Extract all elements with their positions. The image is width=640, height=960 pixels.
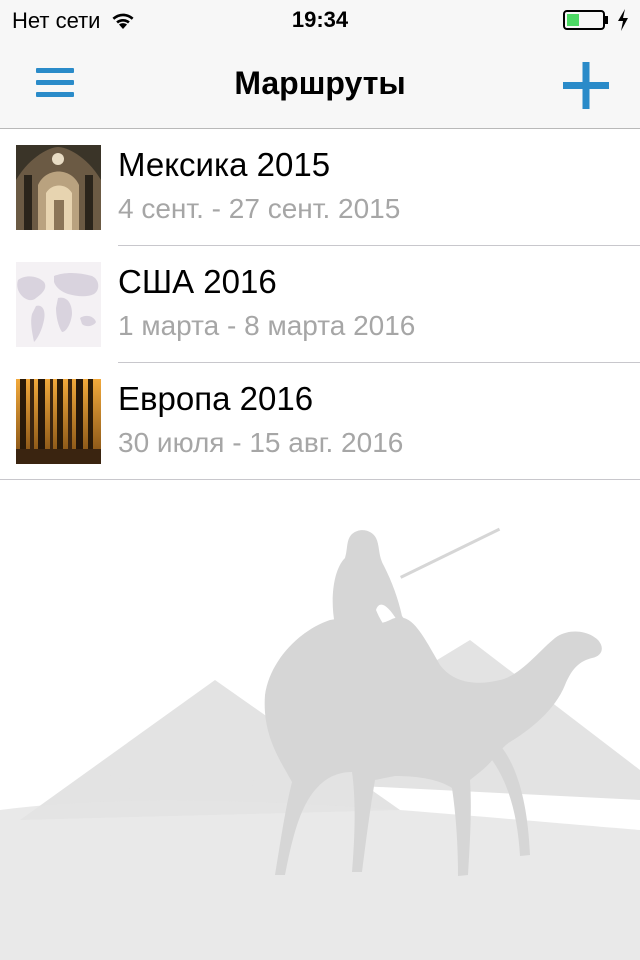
battery-icon xyxy=(563,10,608,30)
routes-screen: Нет сети 19:34 Маршруты Мексика 2015 4 с… xyxy=(0,0,640,960)
navigation-bar: Маршруты xyxy=(0,40,640,129)
route-row-europe[interactable]: Европа 2016 30 июля - 15 авг. 2016 xyxy=(0,363,640,480)
camel-pyramids-illustration xyxy=(0,527,640,960)
plus-icon[interactable] xyxy=(558,58,614,114)
page-title: Маршруты xyxy=(234,65,406,101)
route-title: США 2016 xyxy=(118,263,277,300)
route-dates: 4 сент. - 27 сент. 2015 xyxy=(118,193,401,224)
route-title: Мексика 2015 xyxy=(118,146,331,183)
status-time: 19:34 xyxy=(291,7,349,32)
route-dates: 30 июля - 15 авг. 2016 xyxy=(118,427,404,458)
routes-list: Мексика 2015 4 сент. - 27 сент. 2015 США… xyxy=(0,129,640,480)
route-row-usa[interactable]: США 2016 1 марта - 8 марта 2016 xyxy=(0,246,640,363)
route-dates: 1 марта - 8 марта 2016 xyxy=(118,310,416,341)
status-bar: Нет сети 19:34 xyxy=(0,0,640,40)
cathedral-interior-photo xyxy=(16,145,101,230)
world-map-photo xyxy=(16,262,101,347)
charging-bolt-icon xyxy=(618,9,628,31)
route-row-mexico[interactable]: Мексика 2015 4 сент. - 27 сент. 2015 xyxy=(0,129,640,246)
forest-sunset-photo xyxy=(16,379,101,464)
route-title: Европа 2016 xyxy=(118,380,314,417)
